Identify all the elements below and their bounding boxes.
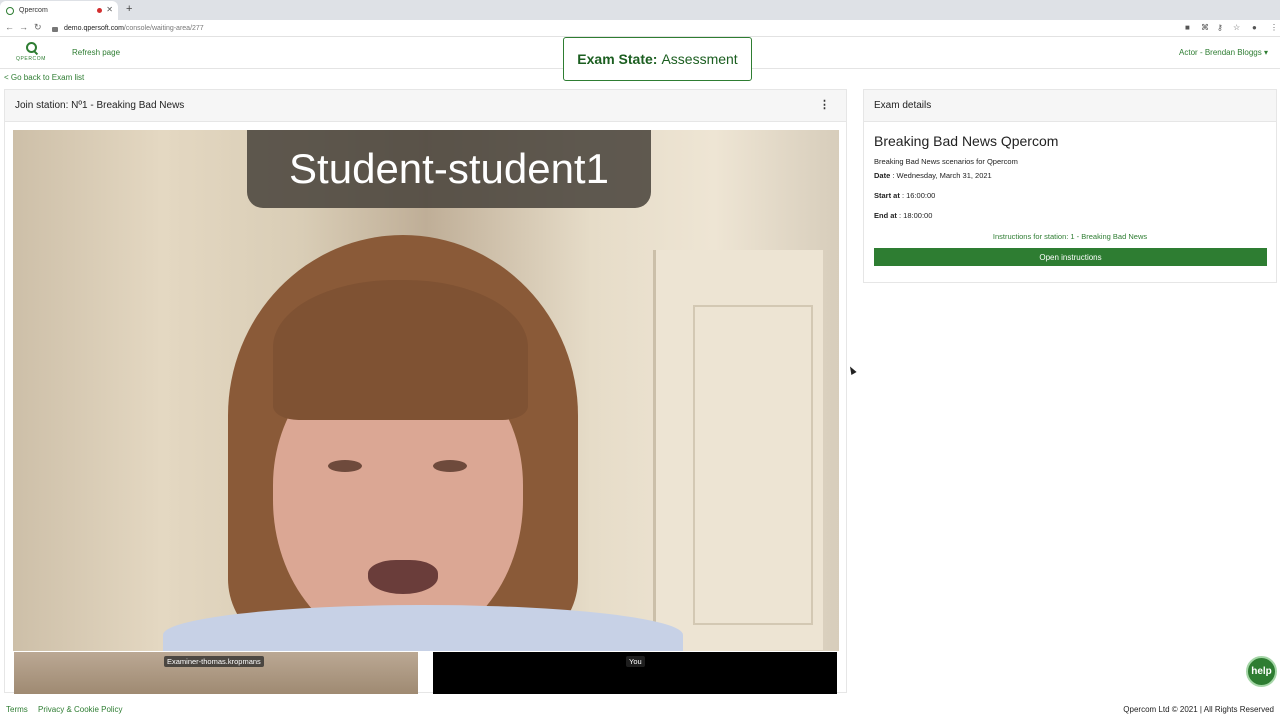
new-tab-icon[interactable]: + [126, 3, 132, 15]
back-arrow-icon[interactable]: ← [5, 22, 14, 32]
star-icon[interactable]: ☆ [1233, 23, 1240, 32]
exam-start-time: Start at : 16:00:00 [874, 191, 1266, 200]
copyright-text: Qpercom Ltd © 2021 | All Rights Reserved [1123, 705, 1274, 714]
back-to-exam-list-link[interactable]: < Go back to Exam list [4, 73, 84, 82]
app-header: QPERCOM Refresh page Exam State: Assessm… [0, 37, 1280, 81]
participant-mouth [368, 560, 438, 594]
end-value: : 18:00:00 [899, 211, 933, 220]
reload-icon[interactable]: ↻ [34, 22, 42, 33]
refresh-page-link[interactable]: Refresh page [72, 48, 120, 57]
lock-icon [52, 27, 58, 32]
exam-state-label: Exam State: [577, 51, 658, 67]
station-title: Join station: Nº1 - Breaking Bad News [15, 100, 185, 111]
participant-eye-left [328, 460, 362, 472]
main-video-feed: Student-student1 [13, 130, 839, 651]
logo-q-icon [25, 42, 37, 53]
exam-title: Breaking Bad News Qpercom [874, 133, 1059, 149]
profile-icon[interactable]: ● [1252, 23, 1257, 32]
recording-indicator-icon [97, 8, 102, 13]
participant-eye-right [433, 460, 467, 472]
station-panel: Join station: Nº1 - Breaking Bad News ⋮ … [4, 89, 847, 694]
exam-details-panel: Exam details Breaking Bad News Qpercom B… [863, 89, 1277, 283]
exam-state-value: Assessment [661, 51, 738, 67]
address-bar: ← → ↻ demo.qpersoft.com/console/waiting-… [0, 20, 1280, 37]
exam-details-header: Exam details [864, 90, 1276, 122]
url-host: demo.qpersoft.com [64, 25, 124, 32]
browser-tab-bar: Qpercom ✕ + [0, 0, 1280, 20]
instructions-label: Instructions for station: 1 - Breaking B… [992, 232, 1148, 241]
self-video-thumbnail[interactable]: You [433, 652, 837, 694]
examiner-video-thumbnail[interactable]: Examiner-thomas.kropmans [14, 652, 418, 694]
date-label: Date [874, 171, 891, 180]
end-label: End at [874, 211, 897, 220]
help-button[interactable]: help [1246, 656, 1277, 687]
tab-title: Qpercom [19, 7, 48, 14]
start-value: : 16:00:00 [901, 191, 936, 200]
exam-description: Breaking Bad News scenarios for Qpercom [874, 157, 1018, 166]
exam-end-time: End at : 18:00:00 [874, 211, 1266, 220]
open-instructions-button[interactable]: Open instructions [874, 248, 1267, 266]
forward-arrow-icon[interactable]: → [19, 22, 28, 32]
station-header: Join station: Nº1 - Breaking Bad News ⋮ [5, 90, 846, 122]
url-path: /console/waiting-area/277 [123, 25, 204, 32]
url-field[interactable]: demo.qpersoft.com/console/waiting-area/2… [52, 22, 1170, 35]
thumbnail-label: You [626, 656, 645, 667]
video-name-banner: Student-student1 [247, 130, 651, 208]
menu-icon[interactable]: ⋮ [1270, 23, 1278, 32]
mouse-cursor-icon [847, 365, 857, 375]
favicon-icon [6, 6, 14, 15]
start-label: Start at [874, 191, 900, 200]
qpercom-logo[interactable]: QPERCOM [13, 42, 49, 62]
extension-icon[interactable]: ⌘ [1201, 23, 1209, 32]
camera-icon[interactable]: ■ [1185, 23, 1190, 32]
privacy-policy-link[interactable]: Privacy & Cookie Policy [38, 705, 122, 714]
footer: Terms Privacy & Cookie Policy Qpercom Lt… [0, 700, 1280, 720]
terms-link[interactable]: Terms [6, 705, 28, 714]
logo-text: QPERCOM [15, 56, 47, 62]
browser-tab[interactable]: Qpercom ✕ [0, 1, 118, 20]
participant-bangs [273, 280, 528, 420]
key-icon[interactable]: ⚷ [1217, 23, 1223, 32]
more-options-icon[interactable]: ⋮ [819, 98, 830, 111]
thumbnail-label: Examiner-thomas.kropmans [164, 656, 264, 667]
actor-dropdown[interactable]: Actor - Brendan Bloggs ▾ [1179, 48, 1268, 57]
exam-date: Date : Wednesday, March 31, 2021 [874, 171, 1266, 180]
exam-state-badge: Exam State: Assessment [563, 37, 752, 81]
background-door-panel [693, 305, 813, 625]
date-value: : Wednesday, March 31, 2021 [892, 171, 992, 180]
close-tab-icon[interactable]: ✕ [106, 5, 113, 14]
